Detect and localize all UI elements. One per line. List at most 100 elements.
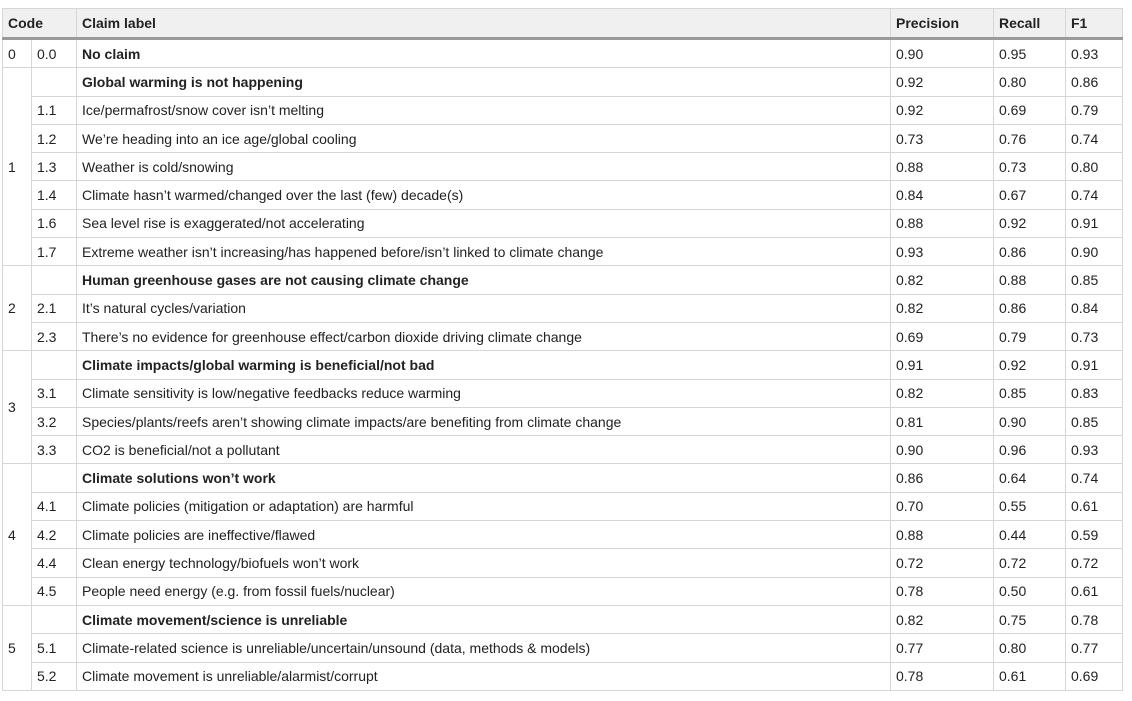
sub-code-cell: 4.1 [31,491,77,522]
table-row: 3.3 CO2 is beneficial/not a pollutant 0.90… [3,435,1123,465]
table-row: 1.6 Sea level rise is exaggerated/not acc… [3,208,1123,239]
recall-cell: 0.69 [993,95,1066,125]
table-row: 1 Global warming is not happening 0.92 0.80… [2,67,1123,267]
group-code-cell: 5 [2,604,32,691]
precision-cell: 0.84 [890,180,994,210]
precision-cell: 0.90 [890,37,994,69]
table-row: 1.3 Weather is cold/snowing 0.88 0.73 0.80 [3,152,1123,182]
recall-cell: 0.92 [993,208,1066,239]
recall-cell: 0.86 [993,237,1066,267]
table-row: 2.1 It’s natural cycles/variation 0.82 0.86… [3,293,1123,323]
recall-cell: 0.67 [993,180,1066,210]
recall-cell: 0.44 [993,520,1066,550]
header-f1: F1 [1065,8,1123,40]
f1-cell: 0.61 [1065,491,1123,522]
claim-label-cell: Climate policies (mitigation or adaptati… [76,491,891,522]
table-row: 3.1 Climate sensitivity is low/negative f… [3,378,1123,408]
sub-code-cell: 1.2 [31,123,77,154]
precision-cell: 0.82 [890,293,994,323]
sub-code-cell: 4.2 [31,520,77,550]
recall-cell: 0.92 [993,350,1066,380]
table-row: 3.2 Species/plants/reefs aren’t showing c… [3,406,1123,437]
precision-cell: 0.82 [890,604,994,635]
sub-code-cell: 2.3 [31,321,77,352]
sub-code-cell: 1.7 [31,237,77,267]
group-code-cell: 2 [2,265,32,352]
table-row: 4 Climate solutions won’t work 0.86 0.64 0.7… [2,463,1123,606]
group-code-cell: 3 [2,350,32,465]
claim-label-cell: It’s natural cycles/variation [76,293,891,323]
precision-cell: 0.93 [890,237,994,267]
claim-label-cell: Climate movement is unreliable/alarmist/… [76,661,891,691]
table-row: 5.2 Climate movement is unreliable/alarmi… [3,661,1123,691]
f1-cell: 0.85 [1065,406,1123,437]
recall-cell: 0.76 [993,123,1066,154]
f1-cell: 0.93 [1065,435,1123,465]
group-code-cell: 0 [2,37,32,69]
claim-label-cell: Ice/permafrost/snow cover isn’t melting [76,95,891,125]
sub-code-cell: 1.4 [31,180,77,210]
claim-label-cell: Human greenhouse gases are not causing c… [76,265,891,295]
table-body: 0 0.0 No claim 0.90 0.95 0.93 1 Global warming … [2,37,1123,691]
table-row: 4.5 People need energy (e.g. from fossil … [3,576,1123,606]
recall-cell: 0.73 [993,152,1066,182]
sub-code-cell [31,604,77,635]
f1-cell: 0.85 [1065,265,1123,295]
sub-code-cell: 5.2 [31,661,77,691]
precision-cell: 0.92 [890,67,994,97]
precision-cell: 0.77 [890,633,994,663]
claim-label-cell: There’s no evidence for greenhouse effec… [76,321,891,352]
precision-cell: 0.78 [890,661,994,691]
sub-code-cell [31,265,77,295]
f1-cell: 0.74 [1065,180,1123,210]
f1-cell: 0.61 [1065,576,1123,606]
recall-cell: 0.79 [993,321,1066,352]
f1-cell: 0.91 [1065,208,1123,239]
f1-cell: 0.84 [1065,293,1123,323]
precision-cell: 0.78 [890,576,994,606]
recall-cell: 0.95 [993,37,1066,69]
table-row: 1.7 Extreme weather isn’t increasing/has … [3,237,1123,267]
sub-code-cell: 4.4 [31,548,77,578]
recall-cell: 0.86 [993,293,1066,323]
recall-cell: 0.72 [993,548,1066,578]
header-row: Code Claim label Precision Recall F1 [2,8,1123,40]
precision-cell: 0.73 [890,123,994,154]
recall-cell: 0.50 [993,576,1066,606]
precision-cell: 0.81 [890,406,994,437]
sub-code-cell [31,463,77,493]
table-row: 2 Human greenhouse gases are not causing … [2,265,1123,352]
f1-cell: 0.93 [1065,37,1123,69]
f1-cell: 0.80 [1065,152,1123,182]
recall-cell: 0.55 [993,491,1066,522]
table-row: 4.1 Climate policies (mitigation or adapt… [3,491,1123,522]
claim-label-cell: Climate policies are ineffective/flawed [76,520,891,550]
recall-cell: 0.96 [993,435,1066,465]
header-recall: Recall [993,8,1066,40]
f1-cell: 0.78 [1065,604,1123,635]
sub-code-cell: 1.6 [31,208,77,239]
recall-cell: 0.75 [993,604,1066,635]
sub-code-cell: 5.1 [31,633,77,663]
table-row: 5.1 Climate-related science is unreliable… [3,633,1123,663]
precision-cell: 0.88 [890,520,994,550]
recall-cell: 0.85 [993,378,1066,408]
f1-cell: 0.83 [1065,378,1123,408]
claim-label-cell: People need energy (e.g. from fossil fue… [76,576,891,606]
f1-cell: 0.74 [1065,463,1123,493]
f1-cell: 0.90 [1065,237,1123,267]
table-row: 3 Climate impacts/global warming is benef… [2,350,1123,465]
recall-cell: 0.90 [993,406,1066,437]
claim-label-cell: Climate sensitivity is low/negative feed… [76,378,891,408]
claim-label-cell: CO2 is beneficial/not a pollutant [76,435,891,465]
recall-cell: 0.80 [993,633,1066,663]
recall-cell: 0.64 [993,463,1066,493]
table-row: 4.2 Climate policies are ineffective/flaw… [3,520,1123,550]
f1-cell: 0.86 [1065,67,1123,97]
header-code: Code [2,8,77,40]
group-code-cell: 1 [2,67,32,267]
table-row: 5 Climate movement/science is unreliable 0… [2,604,1123,691]
group-code-cell: 4 [2,463,32,606]
sub-code-cell: 1.1 [31,95,77,125]
table-row: 1.4 Climate hasn’t warmed/changed over th… [3,180,1123,210]
